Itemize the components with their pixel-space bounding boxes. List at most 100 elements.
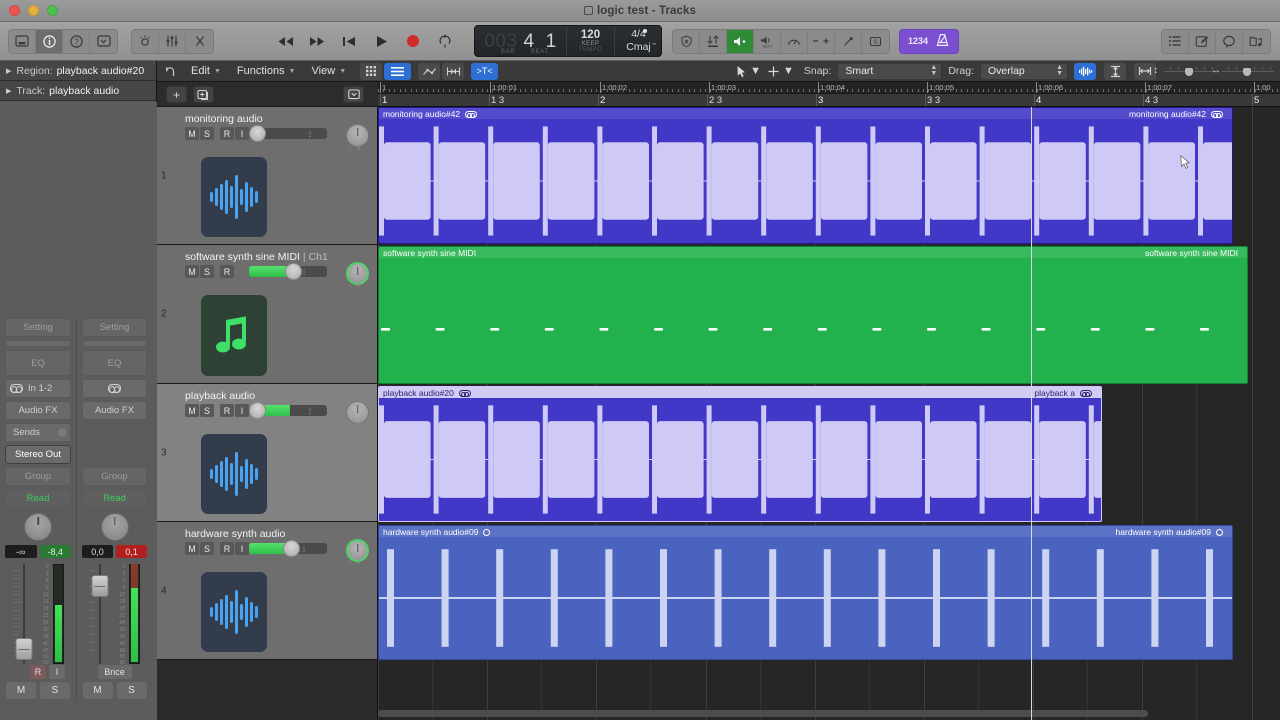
track-header-3[interactable]: 3playback audioMSRI⋮LR: [157, 384, 377, 522]
metronome-icon[interactable]: [935, 33, 950, 50]
track-name[interactable]: playback audio: [185, 390, 255, 402]
track-lane-3[interactable]: playback audio#20playback a: [378, 386, 1280, 522]
track-name[interactable]: monitoring audio: [185, 113, 263, 125]
mute-button[interactable]: M: [6, 682, 36, 699]
track-mute-button[interactable]: M: [185, 404, 199, 417]
pan-knob[interactable]: [101, 513, 129, 541]
eq-thumbnail[interactable]: [5, 340, 71, 347]
track-record-button[interactable]: R: [220, 265, 234, 278]
music-note-icon[interactable]: [201, 295, 267, 376]
track-lane-4[interactable]: hardware synth audio#09hardware synth au…: [378, 525, 1280, 660]
input-button[interactable]: In 1-2: [5, 379, 71, 398]
horizontal-scrollbar[interactable]: [378, 710, 1148, 717]
volume-knob[interactable]: [283, 540, 300, 557]
menu-functions[interactable]: Functions ▼: [229, 65, 304, 77]
tempo-detect-group[interactable]: 1234: [899, 29, 959, 54]
low-latency-icon[interactable]: [673, 30, 700, 53]
track-lane-1[interactable]: monitoring audio#42monitoring audio#42: [378, 107, 1280, 244]
pan-knob[interactable]: LR: [346, 124, 369, 147]
fader-handle[interactable]: [15, 638, 32, 660]
disclosure-triangle-icon[interactable]: ▶: [6, 67, 11, 75]
smart-controls-icon[interactable]: [132, 30, 159, 53]
automation-button[interactable]: Read: [82, 489, 147, 508]
solo-icon[interactable]: S: [862, 30, 889, 53]
pan-knob[interactable]: [24, 513, 52, 541]
pointer-tool-icon[interactable]: ▼: [736, 65, 761, 78]
pan-knob[interactable]: LR: [346, 539, 369, 562]
track-record-button[interactable]: R: [220, 542, 234, 555]
track-solo-button[interactable]: S: [200, 404, 214, 417]
notes-icon[interactable]: [1189, 30, 1216, 53]
volume-value[interactable]: -8,4: [40, 545, 72, 558]
track-input-button[interactable]: I: [235, 542, 249, 555]
waveform-zoom-icon[interactable]: [1074, 63, 1096, 80]
group-button[interactable]: Group: [5, 467, 71, 486]
region-title-bar[interactable]: playback audio#20playback a: [379, 387, 1101, 398]
metronome-click-icon[interactable]: [727, 30, 754, 53]
track-header-2[interactable]: 2software synth sine MIDI | Ch1MSR⋮LR: [157, 245, 377, 384]
send-knob[interactable]: [57, 427, 68, 438]
output-io-button[interactable]: [82, 379, 147, 398]
input-monitor-button[interactable]: I: [49, 665, 65, 679]
editors-icon[interactable]: [186, 30, 213, 53]
eq-thumbnail[interactable]: [82, 340, 147, 347]
tuner-icon[interactable]: [835, 30, 862, 53]
loop-icon[interactable]: [465, 111, 477, 118]
vertical-zoom-icon[interactable]: [1104, 63, 1126, 80]
list-editors-icon[interactable]: [1162, 30, 1189, 53]
volume-knob[interactable]: [249, 402, 266, 419]
media-browser-icon[interactable]: [1243, 30, 1270, 53]
setting-button[interactable]: Setting: [5, 318, 71, 337]
automation-button[interactable]: Read: [5, 489, 71, 508]
toolbar-icon[interactable]: [90, 30, 117, 53]
peak-value[interactable]: 0,0: [82, 545, 113, 558]
region-1[interactable]: monitoring audio#42monitoring audio#42: [378, 107, 1233, 244]
vertical-zoom-slider[interactable]: ↕: [1164, 67, 1216, 76]
pan-knob[interactable]: LR: [346, 401, 369, 424]
tempo-flex-icon[interactable]: >T<: [471, 63, 498, 80]
lcd-tempo[interactable]: 120 KEEP TEMPO: [567, 26, 615, 56]
horizontal-zoom-slider[interactable]: ↔: [1222, 67, 1274, 76]
arrange-canvas[interactable]: monitoring audio#42monitoring audio#42 so…: [378, 107, 1280, 720]
lcd-display[interactable]: 003 4 1 BAR BEAT 120 KEEP TEMPO 4/4 Cmaj…: [474, 25, 662, 57]
input-output-icon[interactable]: [700, 30, 727, 53]
bounce-button[interactable]: Bnce: [98, 665, 132, 679]
cycle-icon[interactable]: [430, 28, 460, 54]
volume-knob[interactable]: [249, 125, 266, 142]
track-config-icon[interactable]: [343, 86, 364, 103]
drag-select[interactable]: Overlap ▲▼: [980, 63, 1068, 80]
region-title-bar[interactable]: monitoring audio#42monitoring audio#42: [379, 108, 1232, 119]
audio-waveform-icon[interactable]: [201, 434, 267, 514]
track-mute-button[interactable]: M: [185, 542, 199, 555]
fader-handle[interactable]: [92, 575, 109, 597]
volume-value[interactable]: 0,1: [116, 545, 147, 558]
loop-icon[interactable]: [459, 390, 471, 397]
volume-knob[interactable]: [285, 263, 302, 280]
volume-fader[interactable]: [13, 564, 35, 664]
region-2[interactable]: software synth sine MIDIsoftware synth s…: [378, 246, 1248, 384]
flex-icon[interactable]: [442, 63, 464, 80]
region-4[interactable]: hardware synth audio#09hardware synth au…: [378, 525, 1233, 660]
automation-icon[interactable]: [418, 63, 440, 80]
inspector-region-row[interactable]: ▶ Region: playback audio#20: [0, 61, 156, 81]
forward-icon[interactable]: [302, 28, 332, 54]
volume-fader[interactable]: [89, 564, 111, 664]
track-solo-button[interactable]: S: [200, 265, 214, 278]
solo-button[interactable]: S: [40, 682, 70, 699]
chevron-down-icon[interactable]: ⌄: [650, 37, 658, 48]
track-lane-2[interactable]: software synth sine MIDIsoftware synth s…: [378, 246, 1280, 384]
track-solo-button[interactable]: S: [200, 542, 214, 555]
audio-waveform-icon[interactable]: [201, 572, 267, 652]
pan-knob[interactable]: LR: [346, 262, 369, 285]
menu-view[interactable]: View ▼: [304, 65, 355, 77]
mixer-icon[interactable]: [159, 30, 186, 53]
track-mute-button[interactable]: M: [185, 265, 199, 278]
track-header-4[interactable]: 4hardware synth audioMSRI⋮LR: [157, 522, 377, 660]
circle-icon[interactable]: [483, 529, 490, 536]
quick-help-icon[interactable]: ?: [63, 30, 90, 53]
track-input-button[interactable]: I: [235, 127, 249, 140]
group-button[interactable]: Group: [82, 467, 147, 486]
track-record-button[interactable]: R: [220, 404, 234, 417]
duplicate-track-icon[interactable]: [193, 86, 214, 103]
count-in-icon[interactable]: AUTO: [754, 30, 781, 53]
